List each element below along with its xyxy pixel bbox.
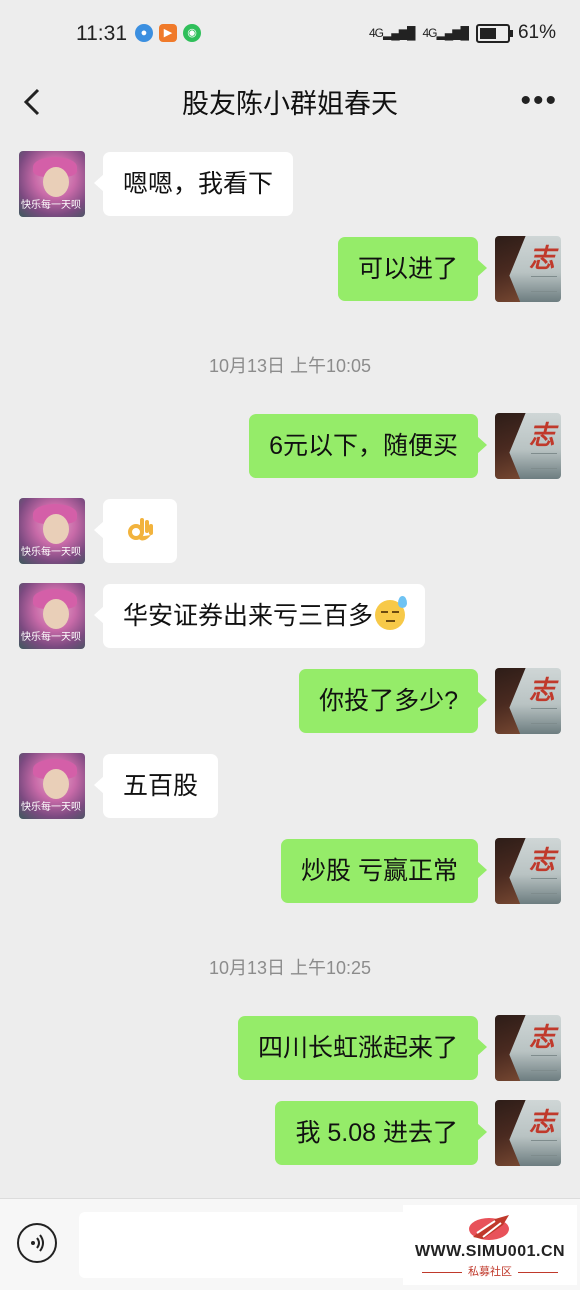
my-avatar[interactable]: 志 [495, 236, 561, 302]
message-bubble[interactable]: 嗯嗯，我看下 [93, 152, 294, 216]
status-bar: 11:31 ● ▶ ◉ 4G▂▄▆█ 4G▂▄▆█ 61% [0, 0, 580, 70]
message-bubble[interactable]: 我 5.08 进去了 [275, 1101, 487, 1165]
watermark-url: WWW.SIMU001.CN [414, 1243, 566, 1260]
message-bubble[interactable]: 可以进了 [337, 237, 488, 301]
more-options-icon[interactable]: ••• [520, 84, 558, 118]
status-time: 11:31 [76, 22, 127, 45]
message-bubble[interactable]: 你投了多少? [299, 669, 487, 733]
my-avatar[interactable]: 志 [495, 1100, 561, 1166]
battery-percent: 61% [517, 22, 556, 43]
watermark-subtitle: 私募社区 [403, 1263, 577, 1279]
chat-header: 股友陈小群姐春天 ••• [0, 70, 580, 136]
my-avatar[interactable]: 志 [495, 838, 561, 904]
friend-avatar[interactable]: 快乐每一天呗 [19, 753, 85, 819]
simu-logo-icon [469, 1215, 509, 1240]
message-timestamp: 10月13日 上午10:25 [208, 958, 372, 978]
status-app-icons: ● ▶ ◉ [135, 24, 201, 42]
message-timestamp: 10月13日 上午10:05 [208, 356, 372, 376]
message-bubble[interactable]: 四川长虹涨起来了 [237, 1016, 488, 1080]
signal-icon-1: 4G▂▄▆█ [369, 26, 415, 40]
sweat-face-emoji-icon [375, 596, 408, 630]
watermark: WWW.SIMU001.CN 私募社区 [403, 1205, 577, 1285]
wechat-icon: ◉ [183, 24, 201, 42]
video-icon: ▶ [159, 24, 177, 42]
chat-title: 股友陈小群姐春天 [182, 89, 398, 119]
message-bubble[interactable]: 6元以下，随便买 [249, 414, 487, 478]
my-avatar[interactable]: 志 [495, 1015, 561, 1081]
message-bubble[interactable]: 炒股 亏赢正常 [281, 839, 487, 903]
browser-icon: ● [135, 24, 153, 42]
voice-wave-icon [31, 1234, 44, 1252]
message-input-bar: WWW.SIMU001.CN 私募社区 [0, 1198, 580, 1290]
my-avatar[interactable]: 志 [495, 668, 561, 734]
friend-avatar[interactable]: 快乐每一天呗 [19, 583, 85, 649]
message-text: 华安证券出来亏三百多 [123, 602, 374, 630]
friend-avatar[interactable]: 快乐每一天呗 [19, 498, 85, 564]
message-bubble[interactable] [94, 499, 177, 563]
battery-icon [475, 23, 513, 43]
ok-hand-emoji-icon [128, 518, 153, 541]
message-bubble[interactable]: 五百股 [93, 754, 219, 818]
my-avatar[interactable]: 志 [495, 413, 561, 479]
friend-avatar[interactable]: 快乐每一天呗 [19, 151, 85, 217]
message-bubble[interactable]: 华安证券出来亏三百多 [93, 584, 426, 648]
voice-input-button[interactable] [17, 1223, 57, 1263]
status-right: 4G▂▄▆█ 4G▂▄▆█ 61% [369, 22, 556, 44]
signal-icon-2: 4G▂▄▆█ [422, 26, 468, 40]
chat-message-list[interactable]: 快乐每一天呗 嗯嗯，我看下 可以进了 志 10月13日 上午10:05 6元以下… [0, 136, 580, 1198]
